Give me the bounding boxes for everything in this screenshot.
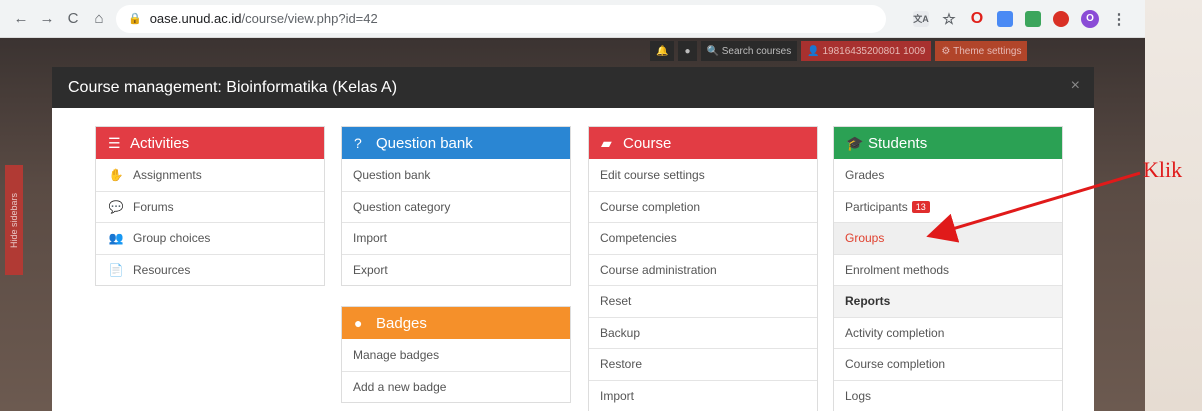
annotation-arrow xyxy=(926,171,1141,243)
annotation-label: Klik xyxy=(1143,157,1183,182)
